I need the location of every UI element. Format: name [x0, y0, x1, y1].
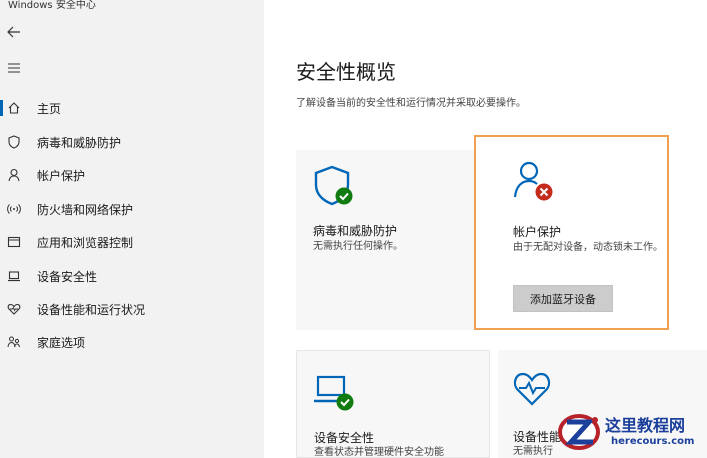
sidebar-item-home[interactable]: 主页	[0, 93, 264, 123]
card-title: 帐户保护	[513, 225, 562, 239]
sidebar-item-label: 病毒和威胁防护	[37, 135, 122, 150]
watermark: 这里教程网 herecours.com	[555, 406, 703, 456]
home-icon	[6, 100, 22, 116]
sidebar-item-label: 家庭选项	[37, 335, 86, 350]
card-desc: 由于无配对设备，动态锁未工作。	[513, 242, 663, 253]
shield-icon	[6, 134, 22, 150]
hamburger-icon	[8, 63, 20, 73]
window-title: Windows 安全中心	[8, 0, 96, 11]
sidebar-item-family-options[interactable]: 家庭选项	[0, 327, 264, 357]
watermark-title: 这里教程网	[605, 416, 686, 435]
sidebar-item-app-browser-control[interactable]: 应用和浏览器控制	[0, 227, 264, 257]
page-title: 安全性概览	[296, 60, 396, 84]
sidebar: Windows 安全中心 主页 病毒和威胁防护 帐户保护 防火墙和网络保护 应用…	[0, 0, 264, 458]
watermark-url: herecours.com	[611, 436, 695, 447]
sidebar-item-label: 主页	[37, 101, 62, 116]
back-button[interactable]	[4, 22, 24, 42]
sidebar-item-label: 防火墙和网络保护	[37, 202, 134, 217]
shield-check-icon	[312, 164, 356, 212]
card-desc: 查看状态并管理硬件安全功能	[314, 447, 444, 458]
sidebar-item-virus-protection[interactable]: 病毒和威胁防护	[0, 127, 264, 157]
menu-button[interactable]	[4, 58, 24, 78]
watermark-logo-icon	[558, 414, 600, 450]
laptop-check-icon	[313, 373, 357, 417]
person-error-icon	[512, 159, 556, 207]
laptop-icon	[6, 268, 22, 284]
wireless-icon	[6, 201, 22, 217]
sidebar-item-device-security[interactable]: 设备安全性	[0, 261, 264, 291]
sidebar-item-label: 应用和浏览器控制	[37, 235, 134, 250]
family-icon	[6, 334, 22, 350]
active-indicator	[0, 100, 3, 116]
page-subtitle: 了解设备当前的安全性和运行情况并采取必要操作。	[296, 98, 526, 109]
back-arrow-icon	[7, 26, 20, 38]
card-account-protection[interactable]: 帐户保护 由于无配对设备，动态锁未工作。 添加蓝牙设备	[474, 135, 669, 330]
card-device-security[interactable]: 设备安全性 查看状态并管理硬件安全功能	[296, 350, 490, 458]
card-desc: 无需执行任何操作。	[313, 241, 403, 252]
main-content: 安全性概览 了解设备当前的安全性和运行情况并采取必要操作。 病毒和威胁防护 无需…	[264, 0, 707, 458]
sidebar-item-label: 设备性能和运行状况	[37, 302, 146, 317]
card-title: 病毒和威胁防护	[313, 224, 398, 238]
heart-icon	[6, 301, 22, 317]
sidebar-item-account-protection[interactable]: 帐户保护	[0, 160, 264, 190]
sidebar-item-label: 设备安全性	[37, 269, 98, 284]
card-title: 设备性能	[513, 430, 562, 444]
card-title: 设备安全性	[314, 431, 375, 445]
sidebar-item-device-performance[interactable]: 设备性能和运行状况	[0, 294, 264, 324]
add-bluetooth-device-button[interactable]: 添加蓝牙设备	[513, 285, 613, 312]
card-virus-protection[interactable]: 病毒和威胁防护 无需执行任何操作。	[296, 150, 474, 330]
sidebar-item-label: 帐户保护	[37, 168, 86, 183]
app-window-icon	[6, 234, 22, 250]
person-icon	[6, 167, 22, 183]
sidebar-item-firewall[interactable]: 防火墙和网络保护	[0, 194, 264, 224]
heart-pulse-icon	[512, 368, 556, 412]
